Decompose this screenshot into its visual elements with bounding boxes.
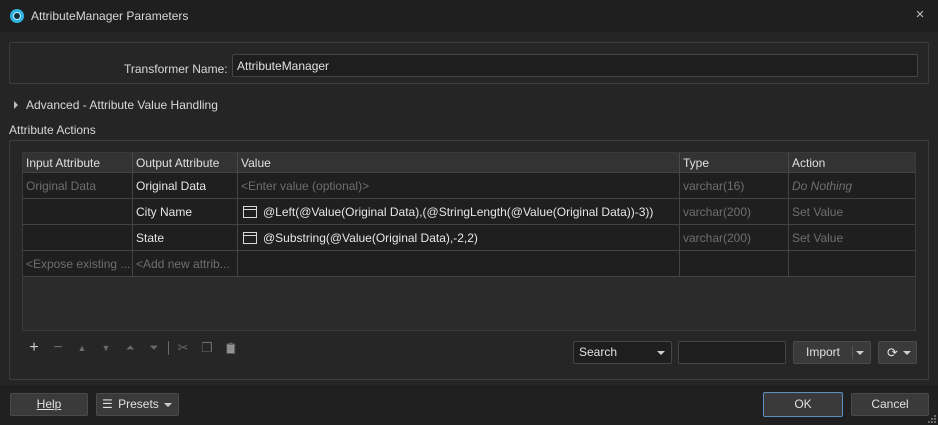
- value-cell[interactable]: @Left(@Value(Original Data),(@StringLeng…: [238, 199, 680, 225]
- col-header-value[interactable]: Value: [238, 153, 680, 173]
- col-header-action[interactable]: Action: [789, 153, 915, 173]
- attribute-actions-group: Input Attribute Output Attribute Value T…: [9, 140, 929, 380]
- table-toolbar: + − ▲ ▼ ⏶ ⏷ ✂ ❐ 📋: [22, 338, 243, 358]
- action-cell[interactable]: Set Value: [789, 199, 915, 225]
- type-cell[interactable]: [680, 251, 789, 277]
- col-header-type[interactable]: Type: [680, 153, 789, 173]
- action-cell[interactable]: Do Nothing: [789, 173, 915, 199]
- move-to-bottom-icon[interactable]: ⏷: [142, 338, 166, 358]
- add-new-attribute-cell[interactable]: <Add new attrib...: [133, 251, 238, 277]
- type-cell[interactable]: varchar(16): [680, 173, 789, 199]
- search-mode-value: Search: [579, 345, 618, 359]
- dialog-footer: Help ☰ Presets OK Cancel: [0, 385, 938, 425]
- value-cell[interactable]: [238, 251, 680, 277]
- advanced-section-toggle[interactable]: Advanced - Attribute Value Handling: [14, 98, 218, 112]
- presets-label: Presets: [118, 397, 159, 411]
- table-row[interactable]: <Expose existing ... <Add new attrib...: [23, 251, 915, 277]
- chevron-down-icon[interactable]: [856, 351, 864, 355]
- dialog-body: Transformer Name: Advanced - Attribute V…: [0, 32, 938, 385]
- title-bar: AttributeManager Parameters ×: [0, 0, 938, 32]
- table-row[interactable]: State @Substring(@Value(Original Data),-…: [23, 225, 915, 251]
- help-label: Help: [36, 397, 62, 411]
- help-button[interactable]: Help: [10, 393, 88, 416]
- value-cell[interactable]: <Enter value (optional)>: [238, 173, 680, 199]
- table-header: Input Attribute Output Attribute Value T…: [23, 153, 915, 173]
- window-title: AttributeManager Parameters: [31, 9, 189, 23]
- input-attribute-cell[interactable]: [23, 199, 133, 225]
- output-attribute-cell[interactable]: State: [133, 225, 238, 251]
- attribute-actions-label: Attribute Actions: [9, 123, 96, 137]
- search-mode-dropdown[interactable]: Search: [573, 341, 672, 364]
- chevron-right-icon: [14, 101, 18, 109]
- remove-icon[interactable]: −: [46, 338, 70, 358]
- ok-button[interactable]: OK: [763, 392, 843, 417]
- paste-icon[interactable]: 📋: [219, 338, 243, 358]
- cancel-button[interactable]: Cancel: [851, 393, 929, 416]
- close-icon[interactable]: ×: [912, 7, 928, 23]
- text-editor-icon[interactable]: [243, 205, 257, 218]
- transformer-name-group: Transformer Name:: [9, 42, 929, 84]
- chevron-down-icon: [657, 351, 665, 355]
- input-attribute-cell[interactable]: [23, 225, 133, 251]
- value-cell[interactable]: @Substring(@Value(Original Data),-2,2): [238, 225, 680, 251]
- add-icon[interactable]: +: [22, 338, 46, 358]
- toolbar-divider: [168, 341, 169, 355]
- table-row[interactable]: Original Data Original Data <Enter value…: [23, 173, 915, 199]
- app-icon: [10, 9, 24, 23]
- value-expression: @Substring(@Value(Original Data),-2,2): [263, 231, 478, 245]
- attribute-table: Input Attribute Output Attribute Value T…: [22, 152, 916, 331]
- search-input[interactable]: [678, 341, 786, 364]
- presets-icon: ☰: [102, 397, 113, 411]
- table-row[interactable]: City Name @Left(@Value(Original Data),(@…: [23, 199, 915, 225]
- cut-icon[interactable]: ✂: [171, 338, 195, 358]
- presets-button[interactable]: ☰ Presets: [96, 393, 179, 416]
- col-header-input-attribute[interactable]: Input Attribute: [23, 153, 133, 173]
- action-cell[interactable]: [789, 251, 915, 277]
- action-cell[interactable]: Set Value: [789, 225, 915, 251]
- text-editor-icon[interactable]: [243, 231, 257, 244]
- copy-icon[interactable]: ❐: [195, 338, 219, 358]
- sync-attributes-button[interactable]: ⟳: [878, 341, 917, 364]
- import-label: Import: [806, 345, 841, 359]
- advanced-section-label: Advanced - Attribute Value Handling: [26, 98, 218, 112]
- expose-existing-cell[interactable]: <Expose existing ...: [23, 251, 133, 277]
- type-cell[interactable]: varchar(200): [680, 199, 789, 225]
- transformer-name-input[interactable]: [232, 54, 918, 77]
- col-header-output-attribute[interactable]: Output Attribute: [133, 153, 238, 173]
- resize-grip-icon[interactable]: [928, 415, 936, 423]
- split-divider: [852, 346, 853, 359]
- refresh-icon: ⟳: [887, 345, 898, 360]
- import-button[interactable]: Import: [793, 341, 871, 364]
- move-up-icon[interactable]: ▲: [70, 338, 94, 358]
- move-down-icon[interactable]: ▼: [94, 338, 118, 358]
- type-cell[interactable]: varchar(200): [680, 225, 789, 251]
- move-to-top-icon[interactable]: ⏶: [118, 338, 142, 358]
- input-attribute-cell[interactable]: Original Data: [23, 173, 133, 199]
- output-attribute-cell[interactable]: Original Data: [133, 173, 238, 199]
- chevron-down-icon: [903, 351, 911, 355]
- output-attribute-cell[interactable]: City Name: [133, 199, 238, 225]
- transformer-name-label: Transformer Name:: [124, 62, 228, 76]
- chevron-down-icon: [164, 403, 172, 407]
- value-expression: @Left(@Value(Original Data),(@StringLeng…: [263, 205, 654, 219]
